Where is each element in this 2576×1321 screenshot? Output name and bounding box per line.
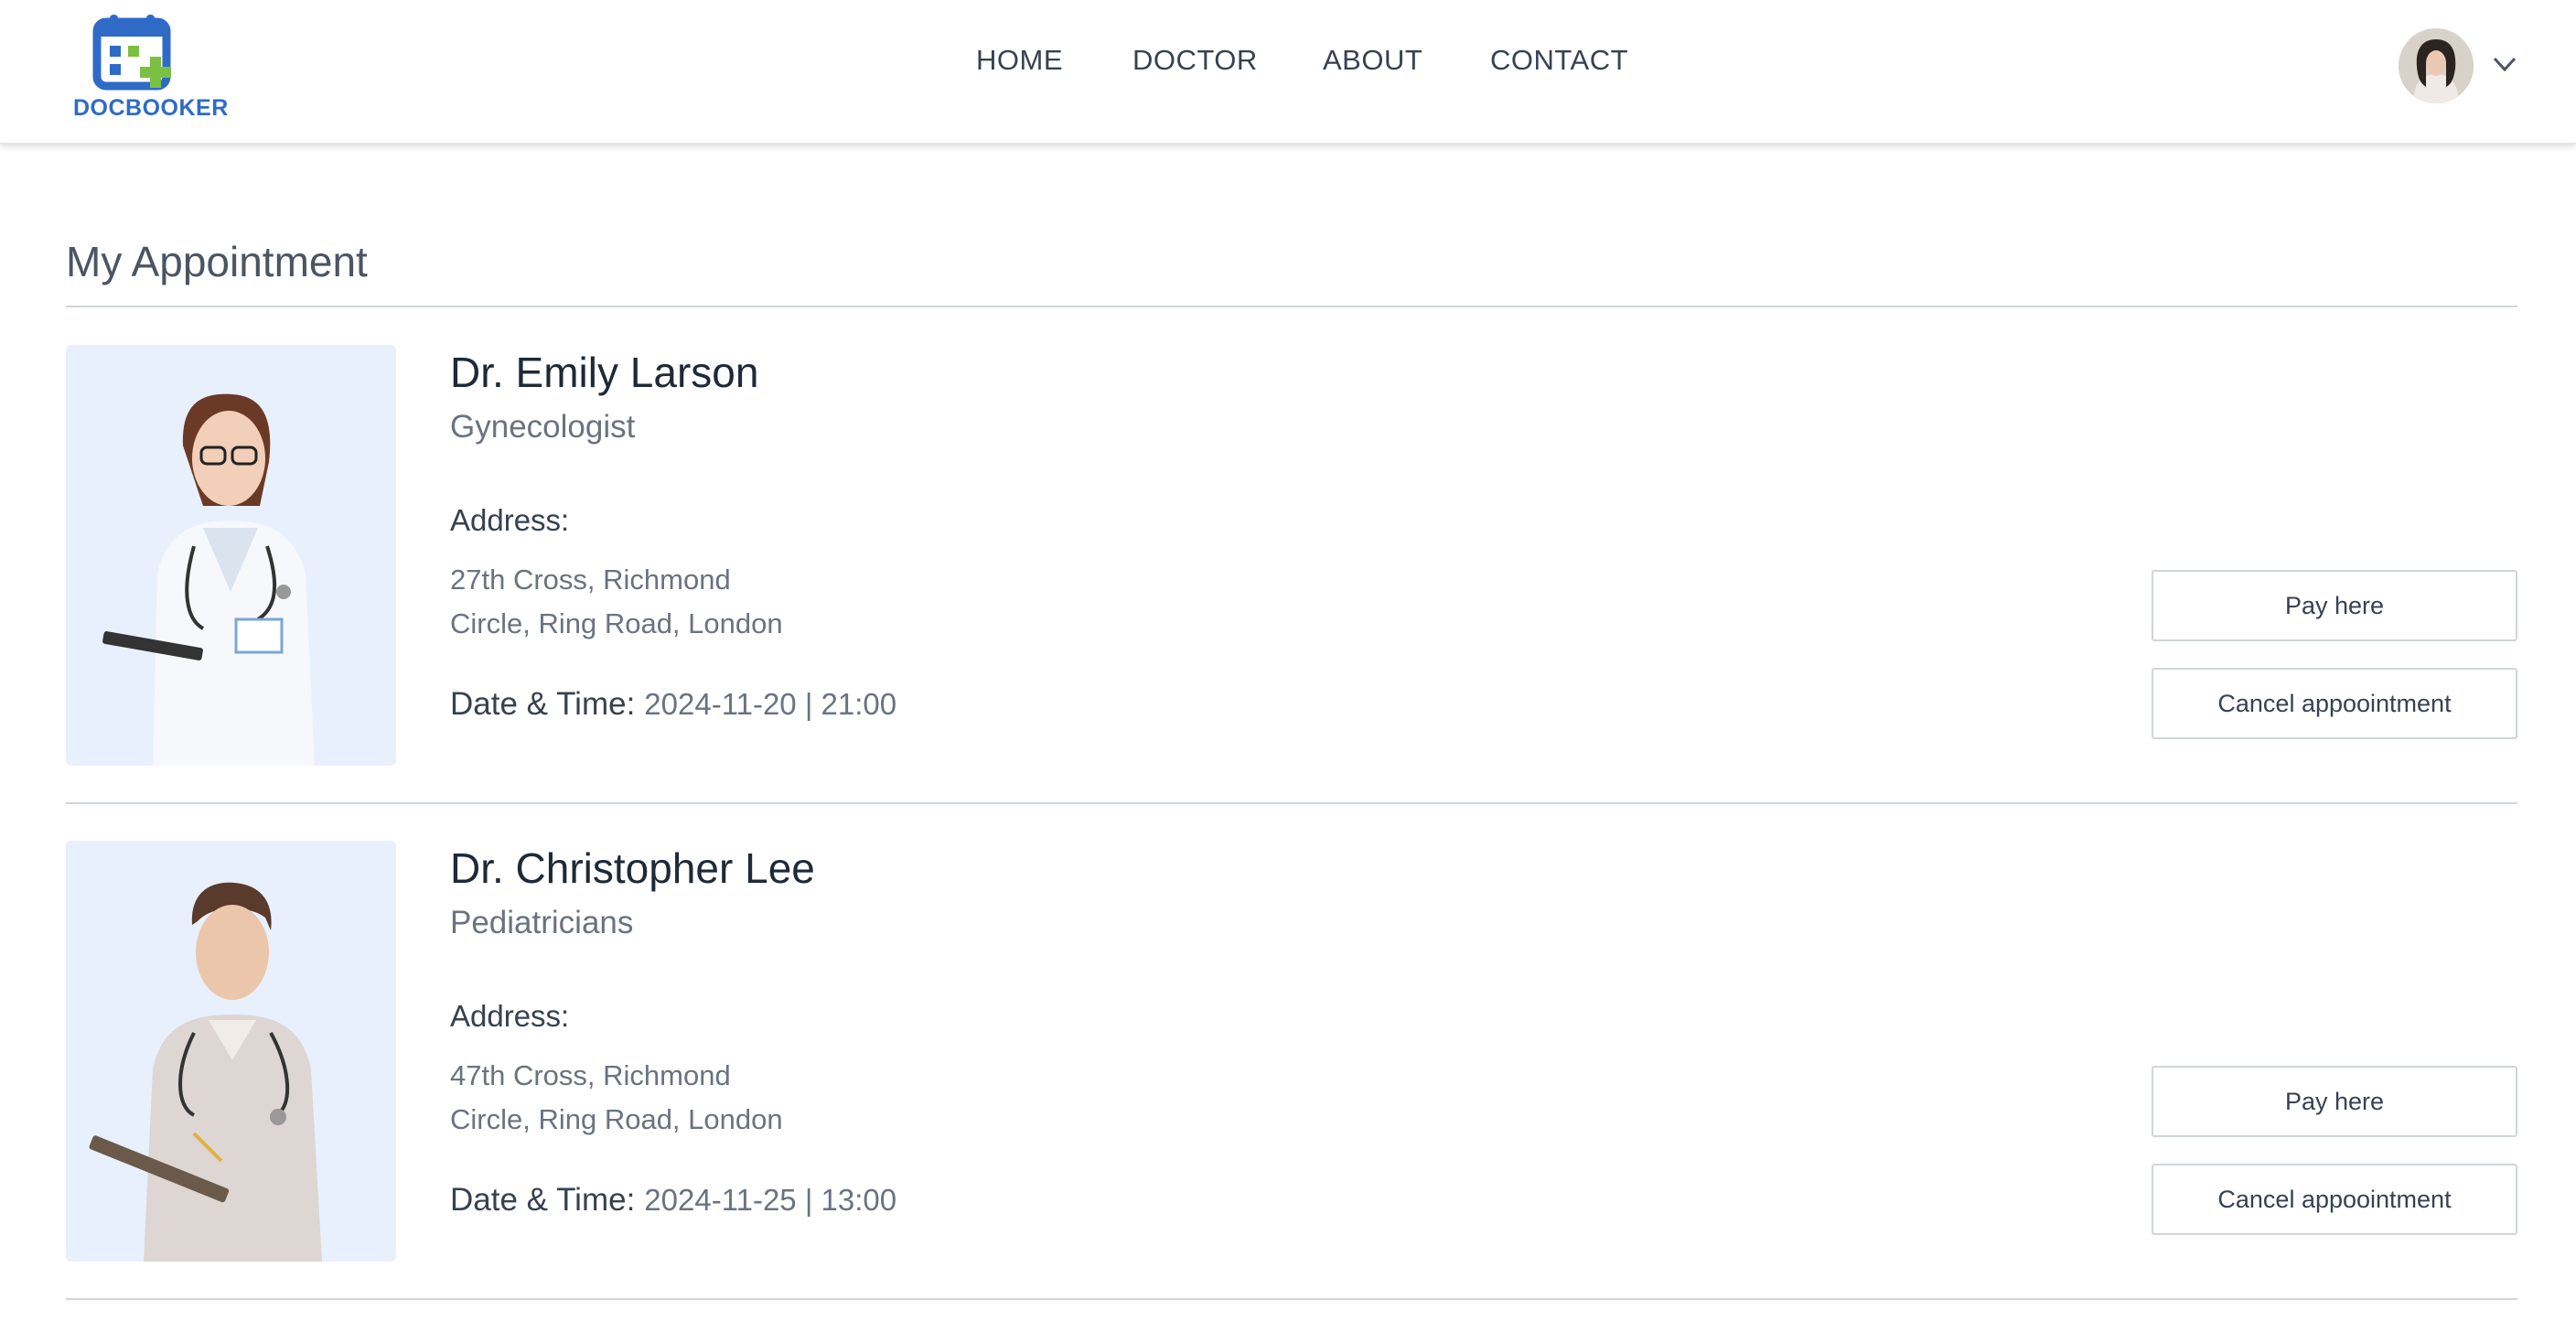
user-portrait-icon bbox=[2399, 28, 2474, 103]
pay-here-button[interactable]: Pay here bbox=[2152, 1066, 2517, 1137]
male-doctor-portrait-icon bbox=[66, 841, 396, 1262]
nav-contact-link[interactable]: CONTACT bbox=[1490, 40, 1628, 81]
address-label: Address: bbox=[450, 999, 570, 1033]
address-line-2: Circle, Ring Road, London bbox=[450, 1103, 783, 1135]
address-label: Address: bbox=[450, 503, 570, 537]
address-line-1: 27th Cross, Richmond bbox=[450, 564, 731, 596]
main-nav: HOME DOCTOR ABOUT CONTACT bbox=[0, 40, 2576, 81]
datetime-row: Date & Time: 2024-11-20 | 21:00 bbox=[450, 683, 896, 725]
appointment-card: Dr. Emily Larson Gynecologist Address: 2… bbox=[66, 345, 2517, 766]
datetime-row: Date & Time: 2024-11-25 | 13:00 bbox=[450, 1179, 896, 1221]
appointment-divider bbox=[66, 1298, 2517, 1300]
doctor-specialty: Gynecologist bbox=[450, 409, 636, 445]
datetime-value: 2024-11-20 | 21:00 bbox=[644, 687, 897, 721]
pay-here-button[interactable]: Pay here bbox=[2152, 570, 2517, 641]
doctor-photo bbox=[66, 841, 396, 1262]
top-navbar: DOCBOOKER HOME DOCTOR ABOUT CONTACT bbox=[0, 0, 2576, 144]
brand-name: DOCBOOKER bbox=[73, 95, 229, 121]
nav-doctor-link[interactable]: DOCTOR bbox=[1132, 40, 1258, 81]
address-line-2: Circle, Ring Road, London bbox=[450, 607, 783, 639]
chevron-down-icon[interactable] bbox=[2490, 49, 2519, 79]
nav-home-link[interactable]: HOME bbox=[976, 40, 1063, 81]
doctor-photo bbox=[66, 345, 396, 766]
appointment-divider bbox=[66, 802, 2517, 804]
cancel-appointment-button[interactable]: Cancel appoointment bbox=[2152, 668, 2517, 739]
datetime-label: Date & Time: bbox=[450, 1182, 636, 1218]
appointment-card: Dr. Christopher Lee Pediatricians Addres… bbox=[66, 841, 2517, 1262]
cancel-appointment-button[interactable]: Cancel appoointment bbox=[2152, 1164, 2517, 1235]
doctor-specialty: Pediatricians bbox=[450, 905, 634, 940]
datetime-label: Date & Time: bbox=[450, 686, 636, 722]
page-title: My Appointment bbox=[66, 238, 368, 285]
datetime-value: 2024-11-25 | 13:00 bbox=[644, 1183, 897, 1217]
doctor-name: Dr. Emily Larson bbox=[450, 349, 759, 396]
title-divider bbox=[66, 306, 2517, 307]
address-line-1: 47th Cross, Richmond bbox=[450, 1059, 731, 1091]
female-doctor-portrait-icon bbox=[66, 345, 396, 766]
doctor-name: Dr. Christopher Lee bbox=[450, 844, 815, 892]
nav-about-link[interactable]: ABOUT bbox=[1323, 40, 1422, 81]
user-avatar[interactable] bbox=[2399, 28, 2474, 103]
